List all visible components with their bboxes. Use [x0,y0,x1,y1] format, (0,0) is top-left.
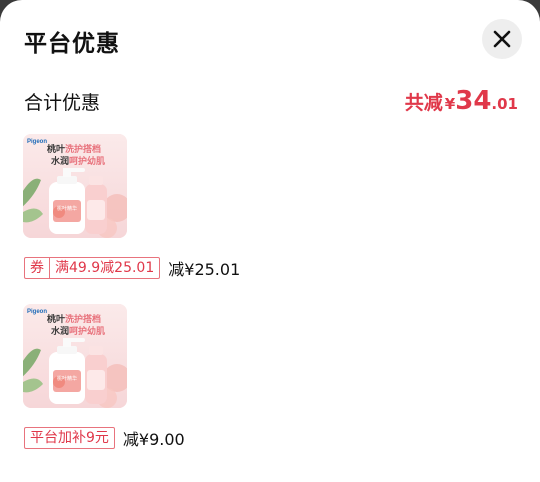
close-button[interactable] [482,19,522,59]
svg-text:桃叶洗护搭档: 桃叶洗护搭档 [47,313,101,325]
coupon-row: 券 满49.9减25.01 减¥25.01 [24,256,240,280]
product-image[interactable]: Pigeon 桃叶洗护搭档 水润呵护幼肌 桃叶精华 [23,134,127,238]
total-discount-label: 合计优惠 [24,92,101,114]
total-amount-dec: .01 [491,95,518,113]
svg-text:桃叶洗护搭档: 桃叶洗护搭档 [47,143,101,155]
coupon-condition-label: 满49.9减25.01 [49,258,159,278]
discount-sheet: 平台优惠 合计优惠 共减 ¥34.01 Pigeon 桃叶洗护搭档 水润呵护幼肌… [0,0,540,482]
svg-text:水润呵护幼肌: 水润呵护幼肌 [51,325,105,337]
svg-text:Pigeon: Pigeon [27,309,47,315]
total-discount-row: 合计优惠 共减 ¥34.01 [24,86,518,116]
total-currency: ¥ [444,95,456,113]
svg-text:水润呵护幼肌: 水润呵护幼肌 [51,155,105,167]
product-illustration: Pigeon 桃叶洗护搭档 水润呵护幼肌 桃叶精华 [23,304,127,408]
svg-text:Pigeon: Pigeon [27,139,47,145]
subsidy-label: 平台加补9元 [30,430,109,446]
total-amount-int: 34 [455,86,492,116]
coupon-type-label: 券 [30,260,44,276]
close-icon [493,30,511,48]
svg-text:桃叶精华: 桃叶精华 [57,205,77,212]
deduction-amount: 减¥25.01 [168,260,241,279]
svg-text:桃叶精华: 桃叶精华 [57,375,77,382]
total-discount-value: 共减 ¥34.01 [405,86,518,116]
total-prefix: 共减 [404,92,443,114]
coupon-tag: 券 满49.9减25.01 [24,257,161,279]
product-illustration: Pigeon 桃叶洗护搭档 水润呵护幼肌 桃叶精华 [23,134,127,238]
sheet-title: 平台优惠 [24,31,120,57]
deduction-amount: 减¥9.00 [122,430,185,449]
subsidy-tag: 平台加补9元 [24,427,115,449]
product-image[interactable]: Pigeon 桃叶洗护搭档 水润呵护幼肌 桃叶精华 [23,304,127,408]
subsidy-row: 平台加补9元 减¥9.00 [24,426,185,450]
